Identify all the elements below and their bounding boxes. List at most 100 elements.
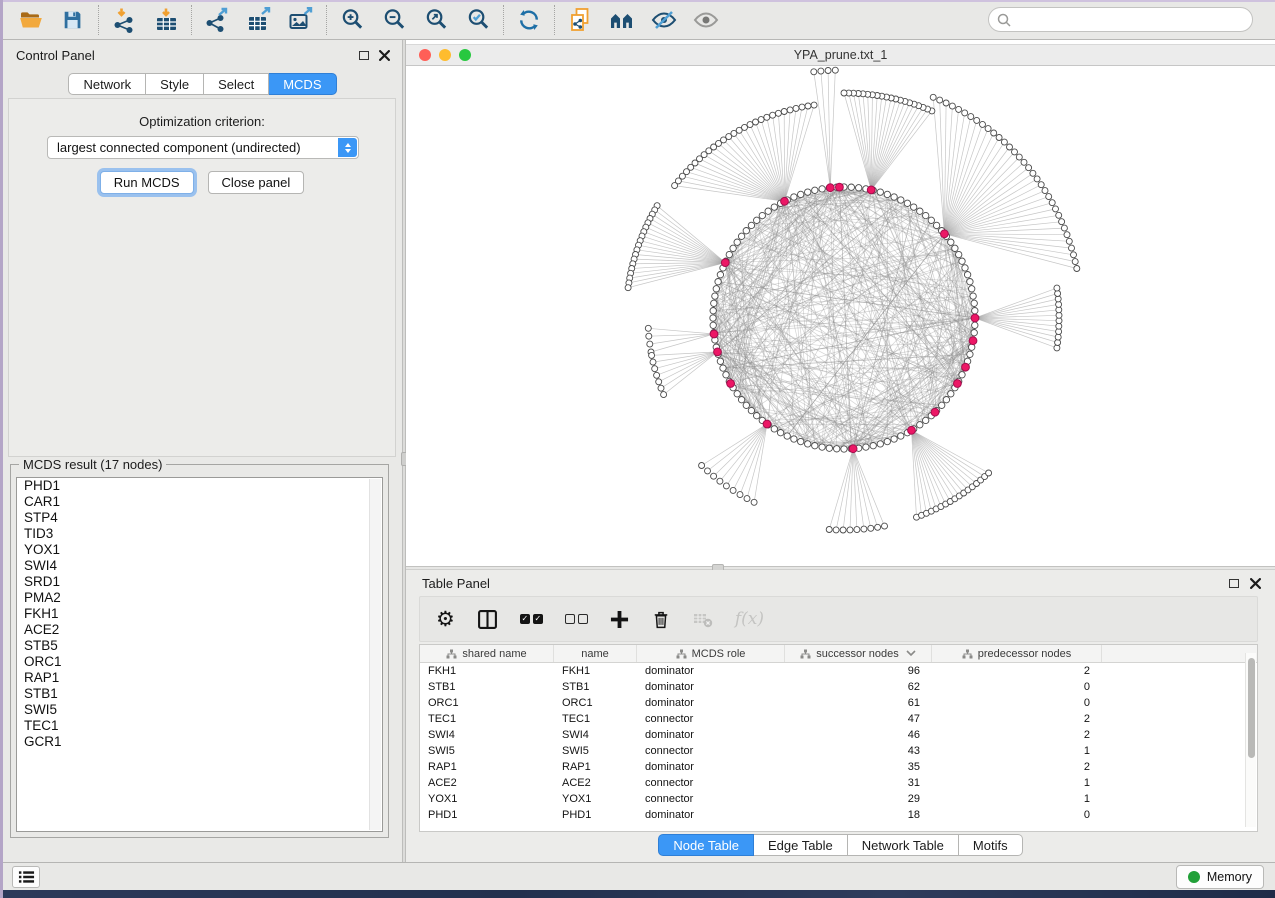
mcds-result-item[interactable]: RAP1 [17, 670, 382, 686]
network-leaf-node[interactable] [705, 468, 711, 474]
network-node[interactable] [717, 358, 723, 364]
network-node[interactable] [911, 204, 917, 210]
export-image-button[interactable] [280, 3, 322, 37]
scrollbar-thumb[interactable] [1248, 658, 1255, 758]
close-window-icon[interactable] [419, 49, 431, 61]
mcds-result-item[interactable]: ACE2 [17, 622, 382, 638]
network-leaf-node[interactable] [818, 68, 824, 74]
table-scrollbar[interactable] [1245, 653, 1256, 827]
network-leaf-node[interactable] [949, 103, 955, 109]
first-neighbors-button[interactable] [601, 3, 643, 37]
add-row-button[interactable] [610, 610, 629, 629]
network-leaf-node[interactable] [1049, 200, 1055, 206]
zoom-out-button[interactable] [373, 3, 415, 37]
network-leaf-node[interactable] [825, 68, 831, 74]
network-node[interactable] [863, 444, 869, 450]
select-checkboxes-button[interactable]: ✓✓ [520, 614, 543, 624]
network-node[interactable] [805, 441, 811, 447]
network-leaf-node[interactable] [781, 109, 787, 115]
mcds-result-item[interactable]: CAR1 [17, 494, 382, 510]
network-leaf-node[interactable] [737, 492, 743, 498]
network-node[interactable] [970, 293, 976, 299]
network-node[interactable] [877, 189, 883, 195]
memory-button[interactable]: Memory [1176, 865, 1264, 889]
network-node[interactable] [712, 293, 718, 299]
network-leaf-node[interactable] [730, 487, 736, 493]
network-node[interactable] [812, 443, 818, 449]
network-leaf-node[interactable] [654, 372, 660, 378]
network-node[interactable] [962, 265, 968, 271]
zoom-fit-button[interactable] [415, 3, 457, 37]
mcds-hub-node[interactable] [849, 445, 857, 453]
network-leaf-node[interactable] [974, 117, 980, 123]
network-node[interactable] [856, 185, 862, 191]
network-leaf-node[interactable] [1064, 232, 1070, 238]
tab-network-table[interactable]: Network Table [848, 834, 959, 856]
tab-motifs[interactable]: Motifs [959, 834, 1023, 856]
network-leaf-node[interactable] [840, 527, 846, 533]
network-node[interactable] [710, 322, 716, 328]
network-leaf-node[interactable] [793, 105, 799, 111]
table-row[interactable]: SWI4SWI4dominator462 [420, 727, 1257, 743]
network-node[interactable] [884, 191, 890, 197]
tab-edge-table[interactable]: Edge Table [754, 834, 848, 856]
table-row[interactable]: ORC1ORC1dominator610 [420, 695, 1257, 711]
network-leaf-node[interactable] [811, 69, 817, 75]
network-leaf-node[interactable] [833, 527, 839, 533]
network-leaf-node[interactable] [645, 325, 651, 331]
network-leaf-node[interactable] [1016, 154, 1022, 160]
table-row[interactable]: SWI5SWI5connector431 [420, 743, 1257, 759]
network-leaf-node[interactable] [1059, 219, 1065, 225]
network-node[interactable] [759, 212, 765, 218]
network-node[interactable] [884, 438, 890, 444]
tab-network[interactable]: Network [68, 73, 146, 95]
network-leaf-node[interactable] [1074, 266, 1080, 272]
network-leaf-node[interactable] [1072, 259, 1078, 265]
network-leaf-node[interactable] [625, 285, 631, 291]
network-node[interactable] [798, 191, 804, 197]
mcds-result-item[interactable]: STB5 [17, 638, 382, 654]
mcds-hub-node[interactable] [714, 348, 722, 356]
mcds-result-item[interactable]: GCR1 [17, 734, 382, 750]
mcds-hub-node[interactable] [971, 314, 979, 322]
network-leaf-node[interactable] [799, 104, 805, 110]
mcds-hub-node[interactable] [867, 186, 875, 194]
network-node[interactable] [971, 330, 977, 336]
network-node[interactable] [720, 365, 726, 371]
network-node[interactable] [948, 239, 954, 245]
network-leaf-node[interactable] [661, 392, 667, 398]
network-node[interactable] [933, 222, 939, 228]
network-leaf-node[interactable] [1061, 225, 1067, 231]
mcds-result-item[interactable]: YOX1 [17, 542, 382, 558]
network-leaf-node[interactable] [985, 126, 991, 132]
mcds-hub-node[interactable] [969, 337, 977, 345]
network-node[interactable] [967, 351, 973, 357]
network-leaf-node[interactable] [854, 527, 860, 533]
mcds-hub-node[interactable] [954, 380, 962, 388]
save-session-button[interactable] [52, 3, 94, 37]
network-leaf-node[interactable] [861, 526, 867, 532]
network-node[interactable] [972, 322, 978, 328]
network-leaf-node[interactable] [1026, 165, 1032, 171]
mcds-list-scrollbar[interactable] [369, 479, 381, 830]
network-leaf-node[interactable] [937, 97, 943, 103]
network-leaf-node[interactable] [744, 496, 750, 502]
network-leaf-node[interactable] [1056, 212, 1062, 218]
mcds-result-item[interactable]: SWI5 [17, 702, 382, 718]
network-leaf-node[interactable] [758, 117, 764, 123]
network-node[interactable] [948, 391, 954, 397]
network-node[interactable] [841, 446, 847, 452]
mcds-hub-node[interactable] [826, 184, 834, 192]
mcds-result-item[interactable]: ORC1 [17, 654, 382, 670]
network-leaf-node[interactable] [968, 114, 974, 120]
network-leaf-node[interactable] [1054, 285, 1060, 291]
minimize-window-icon[interactable] [439, 49, 451, 61]
network-node[interactable] [904, 200, 910, 206]
network-leaf-node[interactable] [956, 106, 962, 112]
network-node[interactable] [754, 217, 760, 223]
network-canvas[interactable] [406, 66, 1275, 566]
network-leaf-node[interactable] [1042, 188, 1048, 194]
network-leaf-node[interactable] [841, 90, 847, 96]
network-leaf-node[interactable] [656, 379, 662, 385]
mcds-result-item[interactable]: TEC1 [17, 718, 382, 734]
